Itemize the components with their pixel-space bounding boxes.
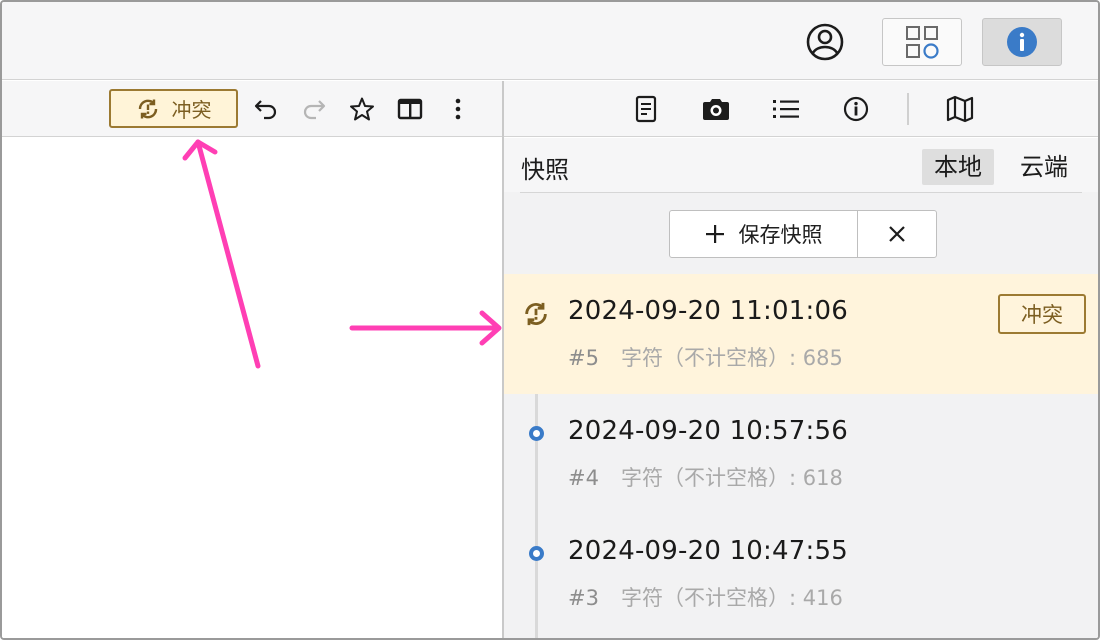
account-button[interactable] <box>798 18 852 66</box>
snapshot-meta: #5 字符（不计空格）: 685 <box>568 342 843 372</box>
info-panel-button[interactable] <box>838 91 874 127</box>
snapshot-char-count: 字符（不计空格）: 685 <box>620 346 843 370</box>
user-circle-icon <box>806 23 844 61</box>
save-snapshot-label: 保存快照 <box>738 223 823 247</box>
map-icon <box>946 95 974 123</box>
conflict-button-label: 冲突 <box>171 98 212 122</box>
list-icon <box>773 100 799 118</box>
star-icon <box>350 97 374 121</box>
info-icon <box>843 96 869 122</box>
snapshot-item[interactable]: 2024-09-20 10:57:56 #4 字符（不计空格）: 618 <box>504 394 1098 514</box>
close-button[interactable] <box>858 211 936 257</box>
redo-icon <box>303 100 326 120</box>
snapshot-item-conflict[interactable]: 2024-09-20 11:01:06 #5 字符（不计空格）: 685 冲突 <box>504 274 1098 394</box>
timeline-dot <box>529 426 544 441</box>
split-view-button[interactable] <box>392 91 428 127</box>
info-button[interactable] <box>982 18 1062 66</box>
editor-area[interactable] <box>2 138 502 638</box>
header-divider <box>520 192 1082 193</box>
snapshot-time: 2024-09-20 10:47:55 <box>568 536 848 566</box>
toolbar-separator <box>907 93 909 125</box>
document-button[interactable] <box>628 91 664 127</box>
snapshot-button[interactable] <box>698 91 734 127</box>
snapshot-meta: #3 字符（不计空格）: 416 <box>568 582 843 612</box>
sync-conflict-icon <box>138 99 157 118</box>
panel-title: 快照 <box>521 156 569 184</box>
sidebar-toolbar <box>504 81 1098 137</box>
map-button[interactable] <box>942 91 978 127</box>
snapshot-panel: 快照 本地 云端 保存快照 2024-09-20 11:01:06 #5 字符（… <box>504 138 1098 638</box>
apps-button[interactable] <box>882 18 962 66</box>
snapshot-panel-header: 快照 本地 云端 <box>504 138 1098 193</box>
snapshot-char-count: 字符（不计空格）: 618 <box>620 466 843 490</box>
top-bar <box>2 2 1098 80</box>
save-snapshot-button[interactable]: 保存快照 <box>670 211 858 257</box>
more-button[interactable] <box>440 91 476 127</box>
snapshot-number: #4 <box>568 466 599 490</box>
more-vertical-icon <box>455 98 461 120</box>
snapshot-time: 2024-09-20 10:57:56 <box>568 416 848 446</box>
app-window: 冲突 快照 本地 云端 保存快照 2024-09-20 11:01:06 #5 … <box>0 0 1100 640</box>
snapshot-char-count: 字符（不计空格）: 416 <box>620 586 843 610</box>
favorite-button[interactable] <box>344 91 380 127</box>
split-view-icon <box>397 98 423 120</box>
redo-button[interactable] <box>296 91 332 127</box>
apps-grid-icon <box>906 26 939 59</box>
document-icon <box>635 95 657 123</box>
snapshot-item[interactable]: 2024-09-20 10:47:55 #3 字符（不计空格）: 416 <box>504 514 1098 634</box>
undo-icon <box>254 100 277 120</box>
conflict-button[interactable]: 冲突 <box>109 89 238 128</box>
save-snapshot-group: 保存快照 <box>669 210 937 258</box>
camera-icon <box>703 99 729 120</box>
snapshot-number: #3 <box>568 586 599 610</box>
tab-local[interactable]: 本地 <box>922 149 994 185</box>
snapshot-meta: #4 字符（不计空格）: 618 <box>568 462 843 492</box>
info-circle-icon <box>1007 27 1037 57</box>
timeline-dot <box>529 546 544 561</box>
outline-button[interactable] <box>768 91 804 127</box>
plus-icon <box>705 225 724 243</box>
editor-toolbar: 冲突 <box>2 81 502 137</box>
snapshot-number: #5 <box>568 346 599 370</box>
conflict-badge[interactable]: 冲突 <box>998 294 1086 334</box>
snapshot-time: 2024-09-20 11:01:06 <box>568 296 848 326</box>
close-icon <box>889 226 905 242</box>
undo-button[interactable] <box>248 91 284 127</box>
tab-cloud[interactable]: 云端 <box>1008 149 1080 185</box>
sync-conflict-icon <box>525 302 547 326</box>
